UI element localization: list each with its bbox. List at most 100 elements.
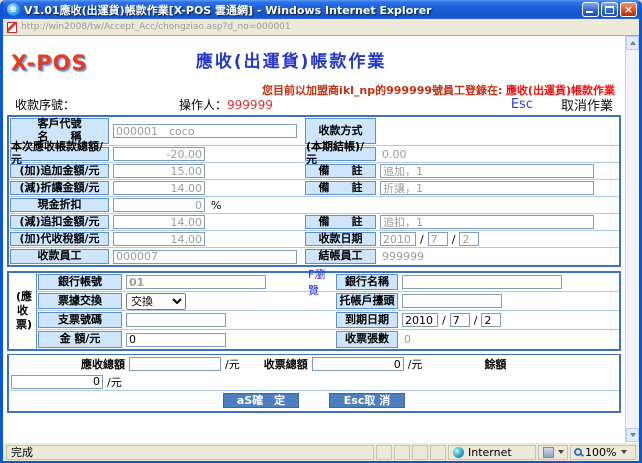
cancel-operation-link[interactable]: 取消作業: [561, 95, 613, 114]
totals-section: 應收總額 /元 收票總額 /元 餘額 /元 aS確 定 Esc取 消: [7, 354, 621, 413]
receipt-date-label: 收款日期: [305, 232, 376, 246]
zone-label: Internet: [468, 446, 512, 459]
main-form-table: 客戶代號 名 稱 收款方式 本次應收帳款總額/元 (本期結帳)/元 0.00 (…: [7, 115, 621, 267]
remark2-label: 備 註: [305, 181, 376, 195]
date-separator: /: [420, 233, 424, 246]
date-separator: /: [452, 233, 456, 246]
status-panel: [412, 445, 428, 460]
cheque-amount-label: 金 額/元: [38, 331, 122, 348]
discount-amount-input[interactable]: [113, 181, 205, 195]
due-date-year-input[interactable]: [402, 313, 438, 327]
window-titlebar[interactable]: e V1.01應收(出運貨)帳款作業[X-POS 雲通網] - Windows …: [3, 0, 639, 19]
cheque-count-value: 0: [402, 333, 411, 346]
bank-account-label: 銀行帳號: [38, 274, 122, 290]
remark1-label: 備 註: [305, 164, 376, 178]
collector-label: 收款員工: [10, 249, 109, 264]
deduct-amount-input[interactable]: [113, 215, 205, 229]
total-due-label: 本次應收帳款總額/元: [10, 147, 109, 161]
minimize-icon: [586, 11, 593, 13]
address-url[interactable]: http://win2008/tw/Accept_Acc/chongziao.a…: [21, 22, 291, 32]
payee-title-input[interactable]: [402, 294, 502, 308]
esc-link[interactable]: Esc: [511, 97, 533, 112]
browser-window: e V1.01應收(出運貨)帳款作業[X-POS 雲通網] - Windows …: [0, 0, 642, 463]
maximize-button[interactable]: [601, 2, 618, 17]
cash-discount-input[interactable]: [113, 198, 205, 212]
minimize-button[interactable]: [582, 2, 599, 17]
shield-icon: [543, 447, 554, 458]
zoom-control[interactable]: 100%: [570, 445, 636, 460]
ie-icon: e: [7, 3, 20, 16]
exchange-select[interactable]: 交換: [126, 293, 186, 310]
cheque-number-label: 支票號碼: [38, 312, 122, 328]
add-amount-label: (加)追加金額/元: [10, 164, 109, 178]
bank-name-label: 銀行名稱: [336, 274, 398, 290]
receipt-date-month-input[interactable]: [428, 232, 448, 246]
table-row: (減)追扣金額/元 備 註: [9, 214, 619, 231]
balance-input[interactable]: [11, 375, 103, 389]
remark1-input[interactable]: [380, 164, 594, 178]
pay-method-value: [377, 117, 619, 145]
xpos-logo: X-POS: [11, 51, 88, 75]
action-buttons: aS確 定 Esc取 消: [9, 390, 619, 411]
table-row: 銀行帳號 F瀏覽 銀行名稱: [37, 273, 619, 292]
remark2-input[interactable]: [380, 181, 594, 195]
cheque-total-label: 收票總額: [264, 356, 308, 372]
page-title: 應收(出運貨)帳款作業: [196, 47, 387, 72]
bank-account-input[interactable]: [126, 275, 266, 289]
operator-label: 操作人：: [179, 96, 227, 113]
status-bar: 完成 Internet 100%: [3, 442, 639, 461]
remark3-input[interactable]: [380, 215, 594, 229]
magnifier-icon: [574, 448, 582, 456]
due-date-day-input[interactable]: [481, 313, 501, 327]
scroll-up-button[interactable]: [626, 36, 639, 50]
receipt-date-day-input[interactable]: [459, 232, 479, 246]
cheque-section-label: (應收票): [9, 273, 37, 349]
protected-mode-panel[interactable]: [538, 445, 568, 460]
internet-zone-panel: Internet: [448, 445, 536, 460]
status-panel: [430, 445, 446, 460]
period-settle-value: 0.00: [380, 148, 407, 161]
tax-amount-input[interactable]: [113, 232, 205, 246]
add-amount-input[interactable]: [113, 164, 205, 178]
remark3-label: 備 註: [305, 215, 376, 229]
status-panel: [394, 445, 410, 460]
unit-label: /元: [107, 374, 122, 390]
confirm-button[interactable]: aS確 定: [223, 393, 299, 408]
collector-input[interactable]: [113, 250, 297, 264]
scroll-up-icon: [630, 41, 636, 45]
vertical-scrollbar[interactable]: [625, 36, 639, 442]
cheque-number-input[interactable]: [126, 313, 226, 327]
table-row: 現金折扣 %: [9, 197, 619, 214]
window-title: V1.01應收(出運貨)帳款作業[X-POS 雲通網] - Windows In…: [24, 2, 580, 18]
cheque-exchange-label: 票據交換: [38, 293, 122, 309]
total-due-input[interactable]: [113, 147, 205, 161]
bank-name-input[interactable]: [402, 275, 562, 289]
operator-value: 999999: [227, 98, 273, 112]
dropdown-arrow-icon: [558, 450, 564, 454]
payee-title-label: 托帳戶擡頭: [336, 293, 398, 309]
date-separator: /: [442, 314, 446, 327]
scroll-down-button[interactable]: [626, 428, 639, 442]
cancel-button[interactable]: Esc取 消: [329, 393, 405, 408]
table-row: 金 額/元 收票張數 0: [37, 330, 619, 349]
cheque-amount-input[interactable]: [126, 333, 226, 347]
date-separator: /: [474, 314, 478, 327]
customer-input[interactable]: [113, 124, 297, 138]
tax-amount-label: (加)代收稅額/元: [10, 232, 109, 246]
receipt-date-year-input[interactable]: [380, 232, 416, 246]
receivable-total-input[interactable]: [129, 357, 221, 371]
table-row: 票據交換 交換 托帳戶擡頭: [37, 292, 619, 311]
receipt-serial-label: 收款序號：: [15, 96, 75, 113]
discount-amount-label: (減)折讓金額/元: [10, 181, 109, 195]
due-date-label: 到期日期: [336, 312, 398, 328]
page-icon: [7, 22, 17, 33]
unit-label: /元: [225, 356, 240, 372]
settle-staff-value: 999999: [380, 250, 424, 263]
close-button[interactable]: ×: [620, 2, 637, 17]
table-row: 收款員工 結帳員工 999999: [9, 248, 619, 265]
address-bar[interactable]: http://win2008/tw/Accept_Acc/chongziao.a…: [3, 19, 639, 36]
login-notice-prefix: 您目前以加盟商ikl_np的999999號員工登錄在:: [262, 84, 502, 97]
due-date-month-input[interactable]: [450, 313, 470, 327]
unit-label: /元: [408, 356, 423, 372]
cheque-total-input[interactable]: [312, 357, 404, 371]
